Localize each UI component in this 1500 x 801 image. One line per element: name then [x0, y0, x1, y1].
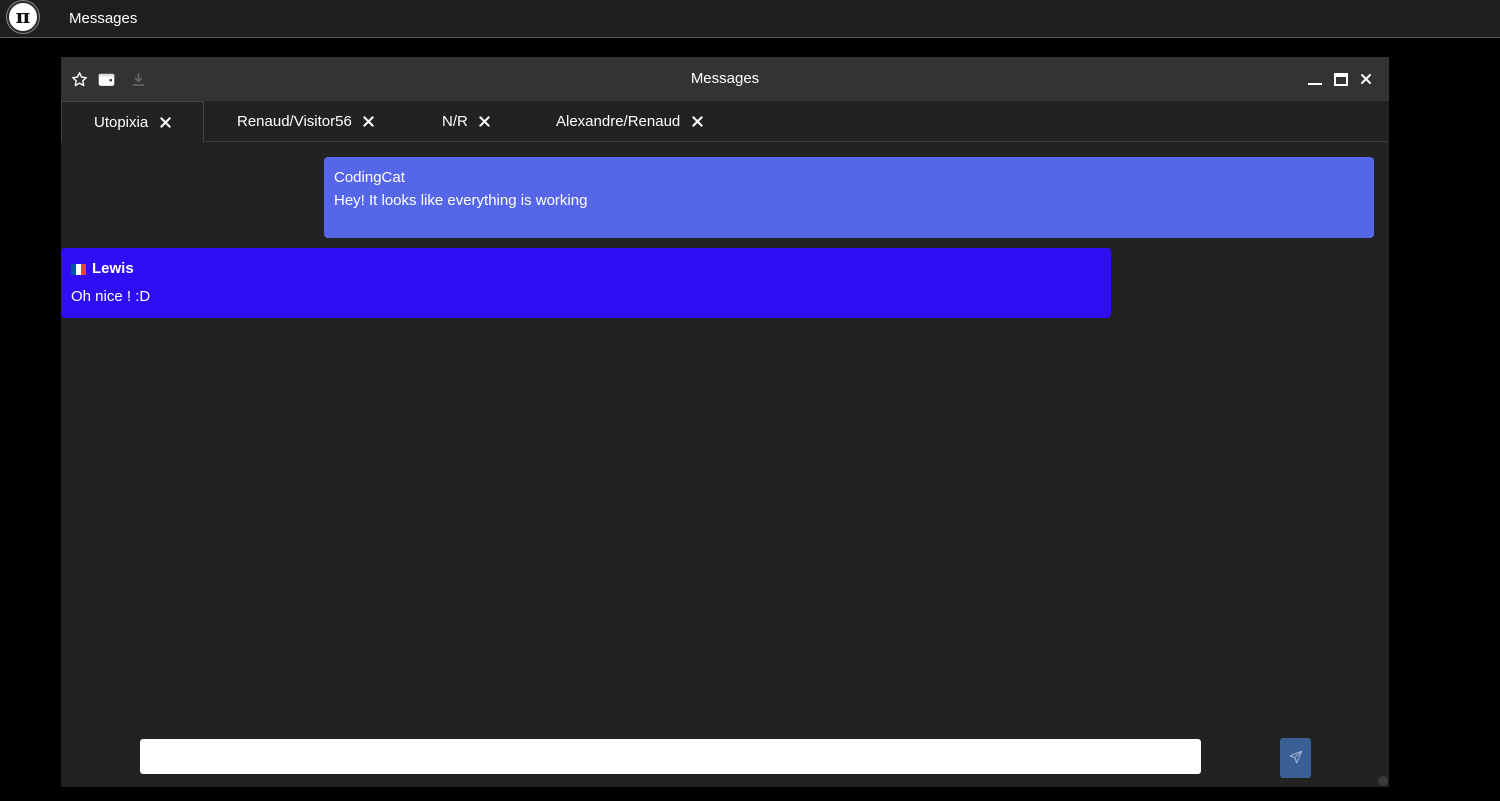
- app-topbar: π Messages: [0, 0, 1500, 38]
- tab-renaud-visitor56[interactable]: Renaud/Visitor56: [237, 101, 376, 142]
- tab-close-icon[interactable]: [690, 115, 704, 129]
- tab-close-icon[interactable]: [478, 115, 492, 129]
- send-button[interactable]: [1280, 738, 1311, 778]
- message-author: CodingCat: [334, 169, 405, 186]
- close-icon[interactable]: [1357, 70, 1375, 88]
- tab-close-icon[interactable]: [362, 115, 376, 129]
- message-author-row: Lewis: [71, 260, 1101, 278]
- window-titlebar[interactable]: Messages: [61, 57, 1389, 101]
- message-own: CodingCat Hey! It looks like everything …: [324, 157, 1374, 238]
- conversation-tabs: Utopixia Renaud/Visitor56 N/R Alexandre/…: [61, 101, 1389, 143]
- send-icon: [1289, 750, 1303, 767]
- messages-window: Messages Utopixia Renaud/Visitor56 N/R A…: [61, 57, 1389, 787]
- message-author: Lewis: [92, 260, 134, 277]
- resize-handle[interactable]: [1378, 776, 1388, 786]
- tab-utopixia[interactable]: Utopixia: [61, 101, 204, 143]
- app-title: Messages: [69, 10, 138, 27]
- message-text: Oh nice ! :D: [71, 288, 151, 305]
- window-title: Messages: [690, 70, 760, 87]
- message-input[interactable]: [140, 739, 1201, 774]
- tab-label: N/R: [442, 113, 468, 130]
- tab-n-r[interactable]: N/R: [442, 101, 492, 142]
- france-flag-icon: [71, 263, 86, 275]
- message-text: Hey! It looks like everything is working: [334, 192, 588, 209]
- tab-alexandre-renaud[interactable]: Alexandre/Renaud: [556, 101, 704, 142]
- pi-logo-glyph: π: [15, 4, 31, 28]
- tab-label: Alexandre/Renaud: [556, 113, 681, 130]
- minimize-icon[interactable]: [1306, 70, 1324, 88]
- message-other: Lewis Oh nice ! :D: [61, 248, 1111, 318]
- maximize-icon[interactable]: [1332, 70, 1350, 88]
- app-logo[interactable]: π: [7, 1, 39, 33]
- tab-label: Utopixia: [94, 113, 149, 131]
- tab-label: Renaud/Visitor56: [237, 113, 352, 130]
- tab-close-icon[interactable]: [158, 115, 172, 129]
